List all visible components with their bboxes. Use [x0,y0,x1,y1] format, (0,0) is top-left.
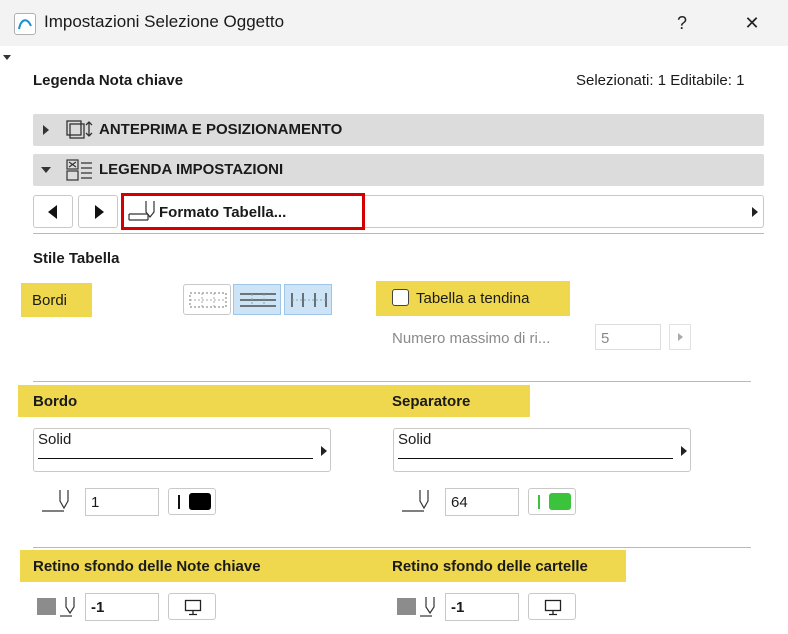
fill-swatch-icon [37,598,56,615]
solid-line-preview [398,458,673,459]
border-pen-color-button[interactable] [168,488,216,515]
pen-marker-icon [538,495,540,509]
pen-marker-icon [178,495,180,509]
next-panel-button[interactable] [78,195,118,228]
table-style-title: Stile Tabella [33,250,120,267]
border-vertical-icon [291,293,327,307]
preview-positioning-icon [65,118,95,147]
max-rows-label: Numero massimo di ri... [392,330,551,347]
folders-background-color-button[interactable] [528,593,576,620]
title-bar: Impostazioni Selezione Oggetto ? ✕ [0,0,788,46]
divider [33,233,764,234]
dropdown-arrow-icon [752,207,758,217]
dropdown-table-highlight: Tabella a tendina [376,281,570,316]
object-name: Legenda Nota chiave [33,72,184,89]
monitor-icon [544,599,562,616]
border-pen-input[interactable]: 1 [85,488,159,516]
pen-color-swatch [189,493,211,510]
divider [33,381,751,382]
border-style-horizontal-button[interactable] [233,284,281,315]
stepper-arrow-icon [678,333,683,341]
expand-arrow-icon [43,125,49,135]
folders-background-title: Retino sfondo delle cartelle [392,558,588,575]
border-horizontal-icon [240,293,276,307]
border-line-type-dropdown[interactable]: Solid [33,428,331,472]
collapse-gutter-icon[interactable] [3,55,11,60]
max-rows-input: 5 [595,324,661,350]
divider [33,547,751,548]
pen-icon [402,490,429,512]
section-label: ANTEPRIMA E POSIZIONAMENTO [99,121,343,138]
table-format-icon [126,198,158,229]
separator-pen-input[interactable]: 64 [445,488,519,516]
triangle-left-icon [48,205,57,219]
notes-background-pen-input[interactable]: -1 [85,593,159,621]
previous-panel-button[interactable] [33,195,73,228]
borders-label-highlight: Bordi [21,283,92,317]
selection-status: Selezionati: 1 Editabile: 1 [576,72,745,89]
legend-settings-icon [65,158,95,187]
borders-label: Bordi [32,292,68,309]
triangle-right-icon [95,205,104,219]
pen-icon [60,597,75,617]
notes-background-title: Retino sfondo delle Note chiave [33,558,261,575]
pen-color-swatch [549,493,571,510]
border-style-vertical-button[interactable] [284,284,332,315]
close-button[interactable]: ✕ [732,8,772,38]
pen-icon [420,597,435,617]
separator-title: Separatore [392,393,471,410]
separator-line-type-dropdown[interactable]: Solid [393,428,691,472]
dropdown-arrow-icon [321,446,327,456]
fill-swatch-icon [397,598,416,615]
border-line-type-label: Solid [38,431,72,448]
collapse-arrow-icon [41,167,51,173]
section-label: LEGENDA IMPOSTAZIONI [99,161,284,178]
separator-pen-color-button[interactable] [528,488,576,515]
help-button[interactable]: ? [662,8,702,38]
section-legend-settings[interactable]: LEGENDA IMPOSTAZIONI [33,154,764,186]
dropdown-arrow-icon [681,446,687,456]
dropdown-table-label: Tabella a tendina [416,290,530,307]
panel-selector-label: Formato Tabella... [159,204,287,221]
max-rows-stepper [669,324,691,350]
notes-background-color-button[interactable] [168,593,216,620]
app-icon [14,13,36,35]
border-none-icon [189,292,227,308]
monitor-icon [184,599,202,616]
window-title: Impostazioni Selezione Oggetto [44,12,285,31]
pen-icon [42,490,69,512]
solid-line-preview [38,458,313,459]
panel-selector-focus[interactable]: Formato Tabella... [121,193,365,230]
folders-background-pen-input[interactable]: -1 [445,593,519,621]
border-title: Bordo [33,393,78,410]
border-style-none-button[interactable] [183,284,231,315]
section-preview-positioning[interactable]: ANTEPRIMA E POSIZIONAMENTO [33,114,764,146]
dropdown-table-checkbox[interactable] [392,289,409,306]
separator-line-type-label: Solid [398,431,432,448]
